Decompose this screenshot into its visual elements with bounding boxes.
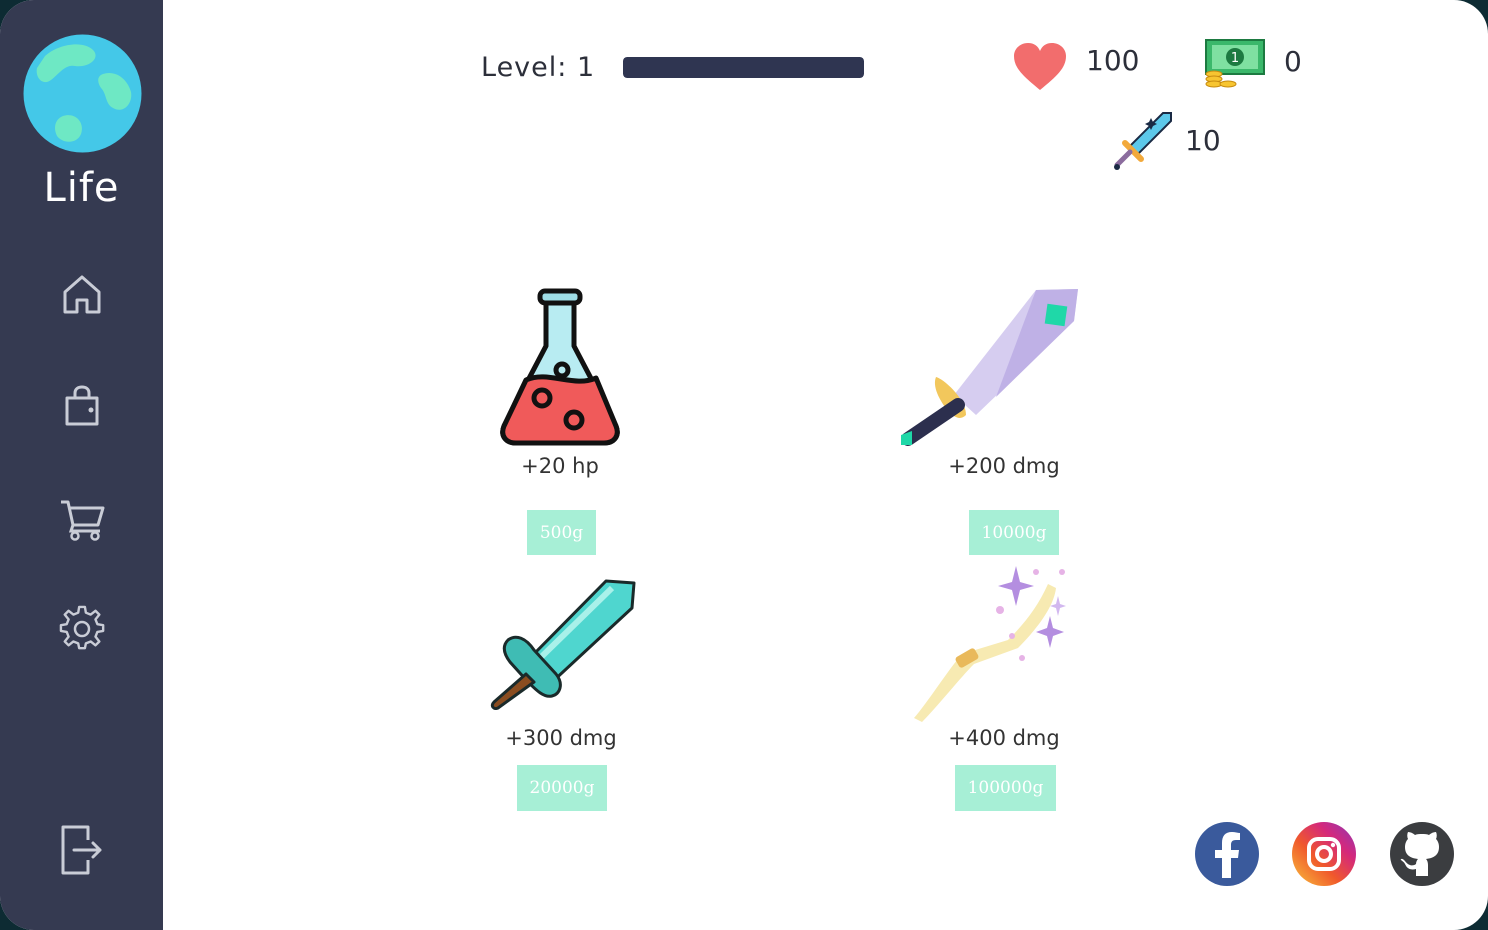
nav-shop[interactable] <box>56 493 108 545</box>
logout-icon <box>61 825 102 875</box>
money-value: 0 <box>1284 45 1302 78</box>
app-brand-name: Life <box>43 165 120 211</box>
nav-settings[interactable] <box>56 602 108 654</box>
health-value: 100 <box>1086 44 1140 77</box>
app-window: Life Level: 1 100 1 0 10 +20 hp 500g +20… <box>0 0 1488 930</box>
damage-sword-icon <box>1113 110 1173 176</box>
potion-flask-icon <box>498 288 622 450</box>
buy-button-crystal-sword[interactable]: 10000g <box>969 510 1059 555</box>
heart-icon <box>1013 42 1067 96</box>
bag-icon <box>65 385 99 426</box>
buy-button-magic-wand[interactable]: 100000g <box>955 765 1056 811</box>
xp-progress-bar <box>623 57 864 78</box>
facebook-icon[interactable] <box>1195 822 1259 886</box>
nav-inventory[interactable] <box>56 380 108 432</box>
item-label-diamond-sword: +300 dmg <box>505 726 617 750</box>
github-icon[interactable] <box>1390 822 1454 886</box>
xp-progress-fill <box>623 57 864 78</box>
crystal-sword-icon <box>896 287 1080 453</box>
svg-text:1: 1 <box>1231 51 1239 66</box>
buy-button-potion[interactable]: 500g <box>527 510 596 555</box>
earth-logo-icon <box>23 34 142 153</box>
gear-icon <box>59 605 105 650</box>
item-label-potion: +20 hp <box>521 454 599 478</box>
cart-icon <box>61 500 105 541</box>
level-label: Level: 1 <box>481 52 596 83</box>
home-icon <box>63 275 101 314</box>
magic-wand-icon <box>908 566 1068 728</box>
nav-logout[interactable] <box>56 824 108 876</box>
diamond-sword-icon <box>486 578 636 714</box>
nav-home[interactable] <box>56 268 108 320</box>
buy-button-diamond-sword[interactable]: 20000g <box>517 765 607 811</box>
damage-value: 10 <box>1185 124 1221 157</box>
sidebar: Life <box>0 0 163 930</box>
item-label-magic-wand: +400 dmg <box>948 726 1060 750</box>
money-icon: 1 <box>1204 38 1266 96</box>
main-content: Level: 1 100 1 0 10 +20 hp 500g +200 dmg… <box>163 0 1488 930</box>
item-label-crystal-sword: +200 dmg <box>948 454 1060 478</box>
instagram-icon[interactable] <box>1292 822 1356 886</box>
